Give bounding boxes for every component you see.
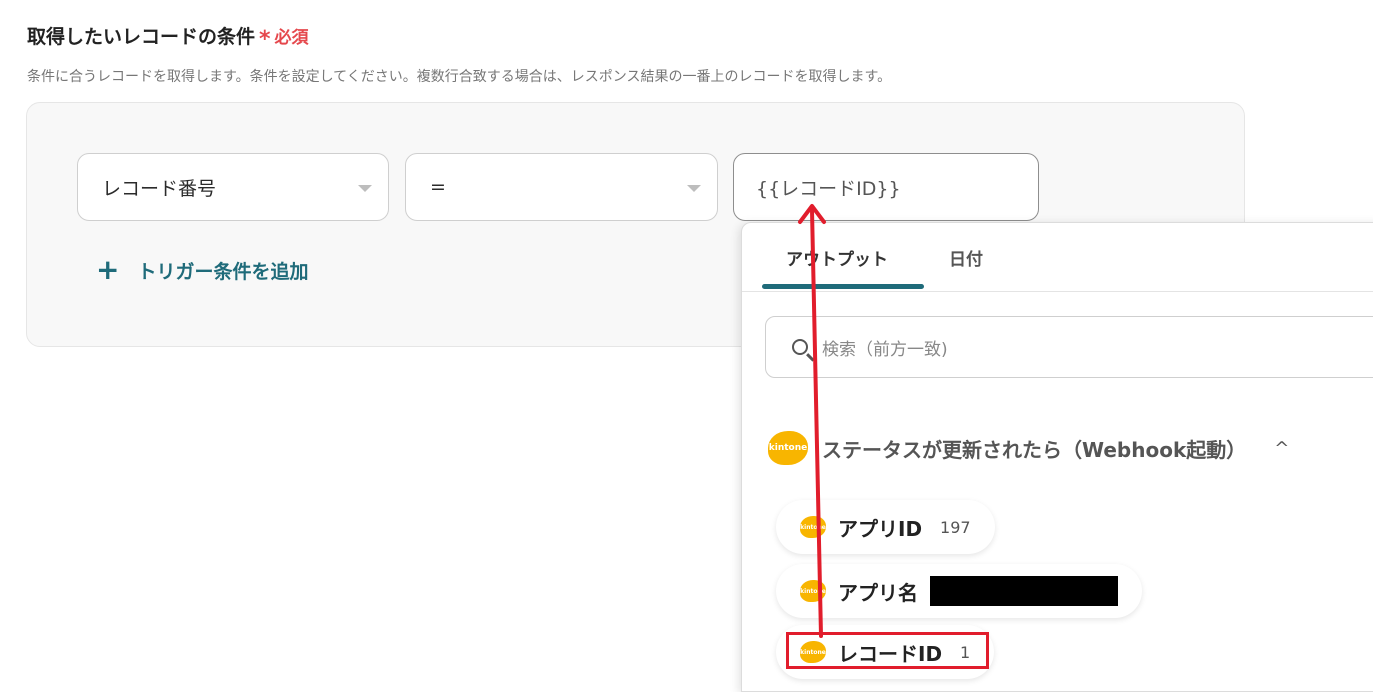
add-trigger-condition-button[interactable]: + トリガー条件を追加 (96, 256, 308, 284)
value-input[interactable]: {{レコードID}} (733, 153, 1039, 221)
caret-down-icon (358, 185, 372, 192)
plus-icon: + (96, 253, 120, 286)
section-title: 取得したいレコードの条件 * 必須 (27, 22, 309, 52)
search-icon (792, 339, 808, 355)
output-item-app-id[interactable]: kintone アプリID 197 (776, 500, 995, 554)
output-item-value: 197 (940, 517, 971, 537)
value-input-text: {{レコードID}} (756, 177, 901, 200)
chevron-up-icon: ^ (1274, 437, 1290, 459)
required-star: * (259, 27, 271, 52)
active-tab-indicator (762, 284, 924, 289)
operator-select-value: = (430, 176, 446, 198)
field-select-value: レコード番号 (102, 177, 217, 200)
redacted-value (930, 576, 1118, 606)
output-item-label: アプリ名 (838, 580, 918, 605)
tab-date[interactable]: 日付 (949, 245, 983, 270)
output-item-label: アプリID (838, 516, 923, 541)
output-item-app-name[interactable]: kintone アプリ名 (776, 564, 1142, 618)
kintone-logo-icon: kintone (800, 580, 826, 602)
kintone-logo-icon: kintone (768, 431, 808, 465)
field-select[interactable]: レコード番号 (77, 153, 389, 221)
operator-select[interactable]: = (405, 153, 718, 221)
section-description: 条件に合うレコードを取得します。条件を設定してください。複数行合致する場合は、レ… (27, 69, 892, 85)
required-label: 必須 (274, 28, 309, 48)
group-title: ステータスが更新されたら（Webhook起動） (822, 437, 1247, 462)
tab-output[interactable]: アウトプット (786, 245, 888, 270)
tab-bar: アウトプット 日付 (742, 223, 1373, 292)
caret-down-icon (687, 185, 701, 192)
section-title-text: 取得したいレコードの条件 (27, 26, 256, 48)
output-picker-dropdown: アウトプット 日付 検索（前方一致) kintone ステータスが更新されたら（… (741, 222, 1373, 692)
kintone-logo-icon: kintone (800, 516, 826, 538)
kintone-group-header[interactable]: kintone ステータスが更新されたら（Webhook起動） ^ (768, 431, 1289, 465)
search-placeholder: 検索（前方一致) (822, 339, 948, 360)
search-input[interactable]: 検索（前方一致) (765, 316, 1373, 378)
annotation-highlight-box (786, 632, 989, 669)
add-trigger-label: トリガー条件を追加 (137, 260, 309, 283)
